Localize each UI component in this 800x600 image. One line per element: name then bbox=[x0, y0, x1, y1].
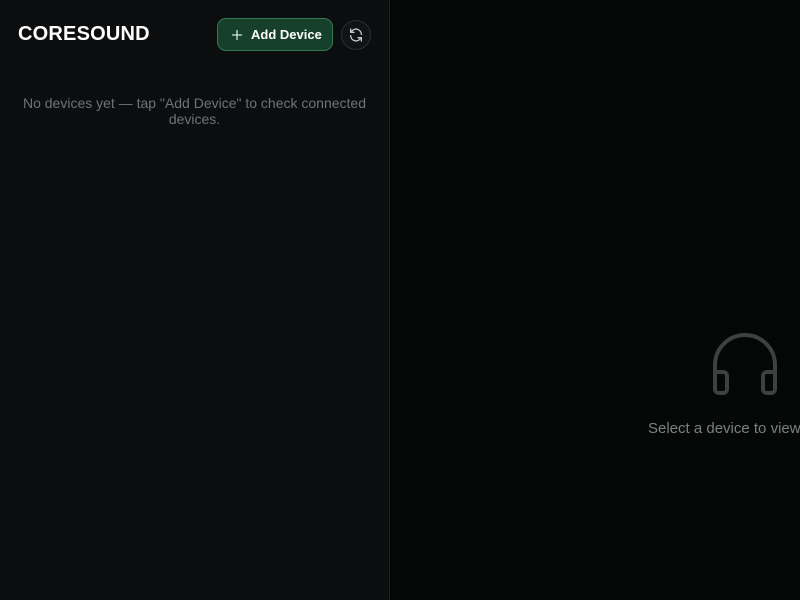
plus-icon bbox=[231, 29, 243, 41]
empty-devices-message: No devices yet — tap "Add Device" to che… bbox=[22, 95, 366, 127]
add-device-label: Add Device bbox=[251, 27, 322, 42]
device-sidebar: CORESOUND Add Device No devices yet — ta… bbox=[0, 0, 390, 600]
add-device-button[interactable]: Add Device bbox=[217, 18, 333, 51]
sidebar-header: CORESOUND Add Device bbox=[0, 0, 389, 68]
refresh-button[interactable] bbox=[341, 20, 371, 50]
device-detail-panel: Select a device to view s bbox=[390, 0, 800, 600]
select-device-placeholder: Select a device to view s bbox=[648, 420, 800, 437]
app-window: CORESOUND Add Device No devices yet — ta… bbox=[0, 0, 800, 600]
headphones-icon bbox=[710, 330, 780, 400]
brand-title: CORESOUND bbox=[18, 23, 150, 45]
refresh-icon bbox=[348, 27, 364, 43]
